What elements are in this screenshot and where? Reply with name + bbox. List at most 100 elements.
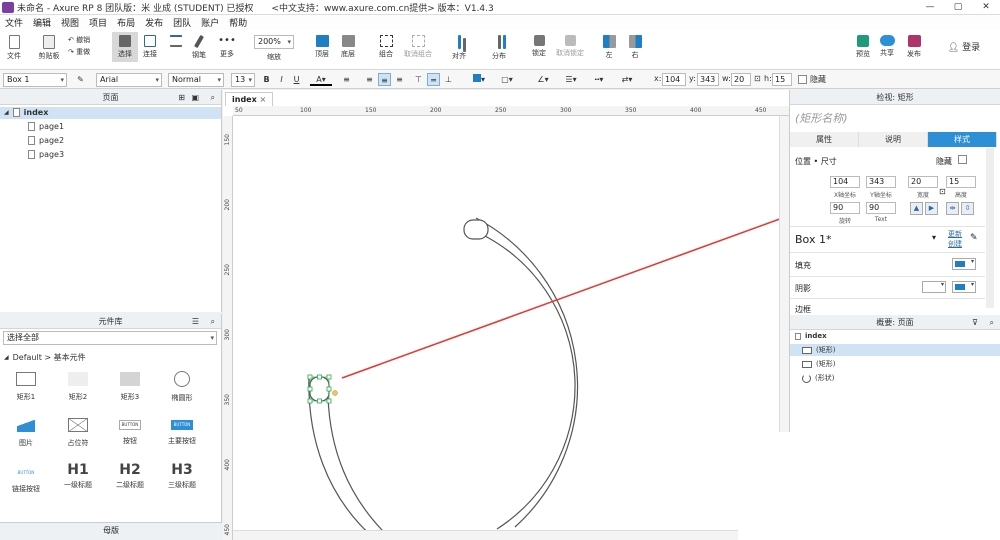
style-select[interactable]: Box 1 [3,73,67,87]
format-painter-icon[interactable]: ✎ [74,73,87,86]
valign-middle-icon[interactable]: ═ [427,73,440,86]
font-weight-select[interactable]: Normal [168,73,224,87]
page-item-page1[interactable]: page1 [28,122,64,131]
align-right-icon[interactable]: ≡ [393,73,406,86]
arc-shape-inner-left[interactable] [327,396,393,540]
height-input[interactable]: 15 [946,176,976,188]
select-button[interactable]: 选择 [112,32,138,62]
bring-to-front-button[interactable]: 顶层 [310,32,334,59]
flip-vertical-icon[interactable]: ▲ [910,202,923,215]
shadow-type-picker[interactable] [922,281,946,293]
widget-link-button[interactable]: BUTTON 链接按钮 [1,466,51,494]
line-color-icon[interactable]: ∠▾ [532,73,554,86]
library-filter-select[interactable]: 选择全部 [3,331,217,345]
redo-button[interactable]: ↷ 重做 [68,47,102,57]
search-icon[interactable]: ⌕ [990,315,994,330]
y-coordinate-input[interactable]: 343 [866,176,896,188]
line-style-icon[interactable]: ┅▾ [588,73,610,86]
outline-item-rect2[interactable]: (矩形) [802,359,835,369]
h-input[interactable]: 15 [772,73,792,86]
w-input[interactable]: 20 [731,73,751,86]
menu-edit[interactable]: 编辑 [28,16,56,29]
fit-width-icon[interactable]: ⇹ [946,202,959,215]
create-style-link[interactable]: 创建 [948,239,962,249]
clipboard-button[interactable]: 剪贴板 [34,32,64,61]
tab-properties[interactable]: 属性 [790,132,859,147]
widget-rect3[interactable]: 矩形3 [105,372,155,402]
filter-icon[interactable]: ⊽ [972,315,978,330]
rotate-handle[interactable] [332,390,338,396]
underline-button[interactable]: U [290,73,303,86]
bold-button[interactable]: B [260,73,273,86]
y-input[interactable]: 343 [697,73,719,86]
file-button[interactable]: 文件 [4,32,24,61]
style-edit-icon[interactable]: ✎ [970,233,978,243]
menu-icon[interactable]: ☰ [192,314,199,329]
crop-button[interactable] [166,32,186,49]
x-input[interactable]: 104 [662,73,686,86]
font-color-icon[interactable]: A▾ [310,73,332,86]
valign-bottom-icon[interactable]: ⊥ [442,73,455,86]
widget-h1[interactable]: H1 一级标题 [53,462,103,490]
search-icon[interactable]: ⌕ [211,314,215,329]
connect-button[interactable]: 连接 [138,32,162,59]
line-width-icon[interactable]: ☰▾ [560,73,582,86]
group-button[interactable]: 组合 [374,32,398,59]
maximize-button[interactable]: ▢ [944,0,972,14]
menu-publish[interactable]: 发布 [140,16,168,29]
italic-button[interactable]: I [275,73,288,86]
unlock-button[interactable]: 取消锁定 [554,32,586,58]
more-button[interactable]: ••• 更多 [214,32,240,59]
widget-rect1[interactable]: 矩形1 [1,372,51,402]
menu-team[interactable]: 团队 [168,16,196,29]
selected-rectangle[interactable] [309,376,330,402]
preview-button[interactable]: 预览 [852,32,874,59]
expand-icon[interactable]: ◢ [4,109,9,116]
align-button[interactable]: 对齐 [446,32,472,61]
valign-top-icon[interactable]: ⊤ [412,73,425,86]
hidden-checkbox[interactable] [798,75,807,84]
arc-shape-outer[interactable] [475,217,579,528]
ungroup-button[interactable]: 取消组合 [400,32,436,59]
right-button[interactable]: 右 [626,32,644,60]
masters-panel-header[interactable]: 母版 [0,522,222,540]
close-button[interactable]: ✕ [972,0,1000,14]
align-left-icon[interactable]: ≡ [363,73,376,86]
widget-h3[interactable]: H3 三级标题 [157,462,207,490]
page-item-page3[interactable]: page3 [28,150,64,159]
widget-h2[interactable]: H2 二级标题 [105,462,155,490]
style-name[interactable]: Box 1* [795,233,831,246]
zoom-control[interactable]: 200% 缩放 [254,32,294,62]
left-button[interactable]: 左 [600,32,618,60]
tab-index[interactable]: index × [225,92,274,106]
publish-button[interactable]: 发布 [900,32,928,59]
menu-file[interactable]: 文件 [0,16,28,29]
shadow-color-picker[interactable] [952,281,976,293]
width-input[interactable]: 20 [908,176,938,188]
font-size-select[interactable]: 13 [231,73,255,87]
widget-image[interactable]: 图片 [1,418,51,448]
menu-help[interactable]: 帮助 [224,16,252,29]
fit-height-icon[interactable]: ⇳ [961,202,974,215]
zoom-select[interactable]: 200% [254,35,294,49]
shape-name-input[interactable]: (矩形名称) [795,110,848,126]
add-folder-icon[interactable]: ▣ [191,90,199,105]
font-select[interactable]: Arial [96,73,162,87]
tab-notes[interactable]: 说明 [859,132,928,147]
widget-primary-button[interactable]: BUTTON 主要按钮 [157,418,207,446]
align-center-icon[interactable]: ≡ [378,73,391,86]
menu-account[interactable]: 账户 [196,16,224,29]
fill-color-picker[interactable] [952,258,976,270]
shadow-icon[interactable]: ▢▾ [496,73,518,86]
lock-ratio-icon[interactable]: ⊡ [939,187,946,196]
widget-ellipse[interactable]: 椭圆形 [157,371,207,403]
page-item-index[interactable]: ◢ index [4,108,48,117]
inspector-hidden-checkbox[interactable] [958,155,967,164]
tab-style[interactable]: 样式 [928,132,997,147]
lock-ratio-icon[interactable]: ⊡ [754,74,761,83]
menu-layout[interactable]: 布局 [112,16,140,29]
inspector-scrollbar[interactable] [986,148,994,308]
search-icon[interactable]: ⌕ [211,90,215,105]
widget-rect2[interactable]: 矩形2 [53,372,103,402]
x-coordinate-input[interactable]: 104 [830,176,860,188]
